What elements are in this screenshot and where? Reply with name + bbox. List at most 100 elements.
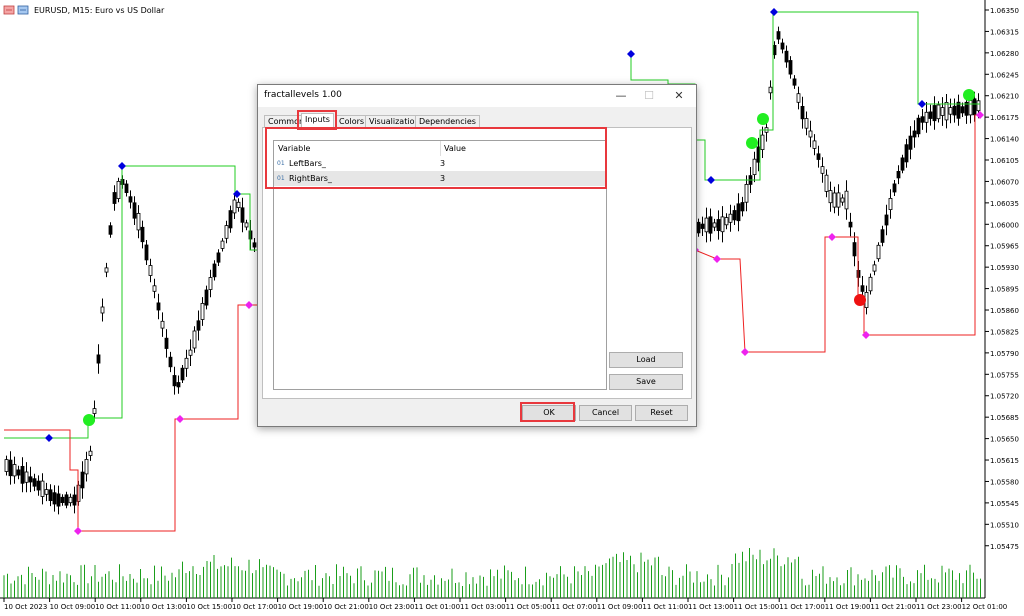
candle-body <box>156 302 161 311</box>
load-button[interactable]: Load <box>609 352 683 368</box>
candle-body <box>212 263 217 278</box>
candle-body <box>736 203 741 222</box>
time-tick-label: 11 Oct 21:00 <box>870 603 916 611</box>
candle-body <box>44 489 49 495</box>
candle-body <box>904 144 909 163</box>
column-header-value[interactable]: Value <box>440 141 466 156</box>
time-tick-label: 11 Oct 19:00 <box>825 603 871 611</box>
candle-body <box>888 197 893 210</box>
candle-body <box>92 408 97 414</box>
variable-value[interactable]: 3 <box>440 171 445 186</box>
candle-body <box>188 349 193 356</box>
time-tick-label: 11 Oct 01:00 <box>414 603 460 611</box>
inputs-panel: Variable Value 01 LeftBars_ 3 01 RightBa… <box>262 127 692 399</box>
candle-body <box>760 134 765 151</box>
candle-body <box>752 158 757 175</box>
candle-body <box>216 252 221 263</box>
time-tick-label: 11 Oct 17:00 <box>779 603 825 611</box>
table-row[interactable]: 01 RightBars_ 3 <box>274 171 606 186</box>
column-header-variable[interactable]: Variable <box>278 141 310 156</box>
candle-body <box>8 459 13 477</box>
candle-body <box>108 225 113 235</box>
candle-body <box>852 242 857 257</box>
candle-body <box>824 174 829 192</box>
candle-body <box>920 116 925 123</box>
candle-body <box>804 118 809 129</box>
candle-body <box>848 221 853 228</box>
candle-body <box>140 226 145 243</box>
candle-body <box>136 212 141 231</box>
maximize-button[interactable]: ☐ <box>636 85 662 107</box>
buy-signal-dot <box>83 414 95 426</box>
candle-body <box>40 480 45 497</box>
candle-body <box>32 478 37 487</box>
time-tick-label: 10 Oct 11:00 <box>95 603 141 611</box>
candle-body <box>808 130 813 138</box>
price-tick-label: 1.05720 <box>990 393 1019 401</box>
close-button[interactable]: ✕ <box>666 85 692 107</box>
cancel-button[interactable]: Cancel <box>579 405 632 421</box>
candle-body <box>844 190 849 210</box>
candle-body <box>816 153 821 160</box>
candle-body <box>116 180 121 199</box>
candle-body <box>168 356 173 368</box>
candle-body <box>232 199 237 214</box>
candle-body <box>792 78 797 86</box>
candle-body <box>976 100 981 112</box>
candle-body <box>712 222 717 228</box>
time-tick-label: 10 Oct 17:00 <box>232 603 278 611</box>
candle-body <box>800 106 805 120</box>
integer-type-icon: 01 <box>277 160 285 167</box>
ok-button[interactable]: OK <box>522 405 576 421</box>
reset-button[interactable]: Reset <box>635 405 688 421</box>
candle-body <box>916 117 921 135</box>
candle-body <box>932 105 937 122</box>
price-tick-label: 1.06000 <box>990 221 1019 229</box>
candle-body <box>164 337 169 349</box>
candle-body <box>124 183 129 194</box>
candle-body <box>180 367 185 381</box>
variable-value[interactable]: 3 <box>440 156 445 171</box>
candle-body <box>928 111 933 119</box>
table-row[interactable]: 01 LeftBars_ 3 <box>274 156 606 171</box>
time-tick-label: 10 Oct 2023 <box>4 603 47 611</box>
save-button[interactable]: Save <box>609 374 683 390</box>
price-tick-label: 1.06070 <box>990 178 1019 186</box>
buy-signal-dot <box>963 89 975 101</box>
price-tick-label: 1.06280 <box>990 50 1019 58</box>
minimize-button[interactable]: — <box>608 85 634 107</box>
price-tick-label: 1.05790 <box>990 350 1019 358</box>
candle-body <box>24 471 29 483</box>
candle-body <box>112 192 117 204</box>
candle-body <box>48 489 53 501</box>
price-tick-label: 1.06245 <box>990 71 1019 79</box>
candle-body <box>972 98 977 116</box>
time-tick-label: 10 Oct 21:00 <box>323 603 369 611</box>
candle-body <box>812 140 817 149</box>
dialog-titlebar[interactable]: fractallevels 1.00 — ☐ ✕ <box>258 85 696 107</box>
price-tick-label: 1.05545 <box>990 500 1019 508</box>
candle-body <box>200 302 205 320</box>
candle-body <box>236 201 241 209</box>
candle-body <box>784 50 789 63</box>
candle-body <box>884 214 889 226</box>
candle-body <box>940 107 945 116</box>
price-tick-label: 1.05860 <box>990 307 1019 315</box>
candle-body <box>872 264 877 272</box>
candle-body <box>952 105 957 116</box>
price-tick-label: 1.05755 <box>990 371 1019 379</box>
candle-body <box>912 130 917 138</box>
candle-body <box>776 31 781 40</box>
candle-body <box>740 202 745 212</box>
tab-inputs[interactable]: Inputs <box>301 113 334 128</box>
price-tick-label: 1.05930 <box>990 264 1019 272</box>
candle-body <box>860 285 865 292</box>
candle-body <box>724 217 729 226</box>
price-tick-label: 1.06210 <box>990 93 1019 101</box>
sell-signal-dot <box>854 294 866 306</box>
time-tick-label: 11 Oct 03:00 <box>460 603 506 611</box>
candle-body <box>796 93 801 103</box>
candle-body <box>152 285 157 292</box>
chart-title-bar: EURUSD, M15: Euro vs US Dollar <box>3 5 165 15</box>
candle-body <box>192 330 197 349</box>
